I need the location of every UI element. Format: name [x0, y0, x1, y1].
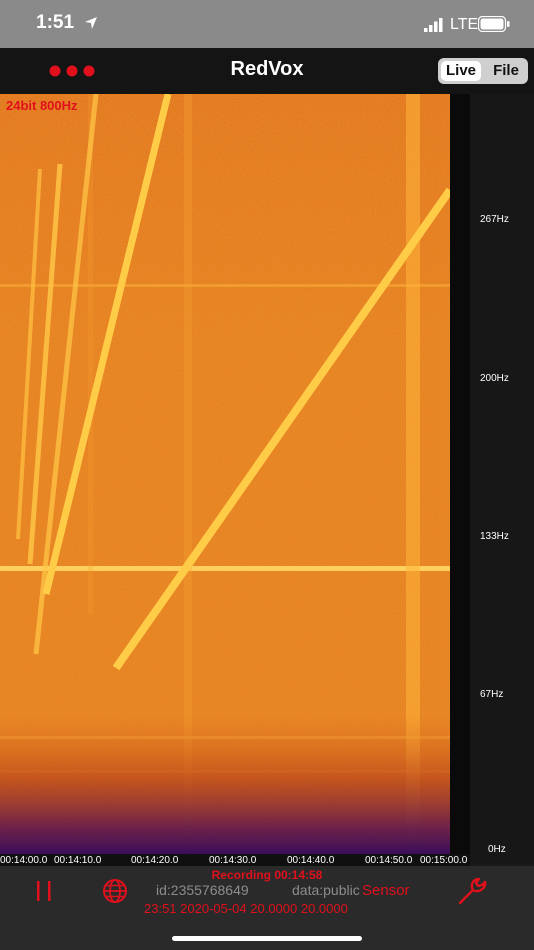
sensor-button[interactable]: Sensor: [362, 882, 410, 899]
y-tick-67hz: 67Hz: [480, 689, 504, 700]
recording-status: Recording 00:14:58: [211, 868, 323, 882]
spectrogram-format-label: 24bit 800Hz: [6, 98, 78, 113]
frequency-axis-panel: [470, 94, 534, 864]
y-tick-133hz: 133Hz: [480, 531, 509, 542]
x-tick: 00:14:20.0: [131, 855, 179, 866]
spectrogram: [0, 94, 450, 854]
spectrogram-image: [0, 94, 450, 854]
x-tick: 00:14:10.0: [54, 855, 102, 866]
battery-icon: [478, 16, 510, 32]
timestamp-coordinates: 23:51 2020-05-04 20.0000 20.0000: [144, 901, 348, 916]
location-arrow-icon: [85, 17, 97, 29]
y-tick-0hz: 0Hz: [488, 844, 506, 855]
signal-bars-icon: [424, 18, 443, 32]
x-tick: 00:14:30.0: [209, 855, 257, 866]
mode-segmented-control[interactable]: Live File: [438, 58, 528, 84]
carrier-label: LTE: [450, 16, 479, 33]
status-time: 1:51: [36, 12, 75, 33]
globe-icon[interactable]: [102, 878, 128, 904]
x-tick: 00:14:50.0: [365, 855, 413, 866]
y-tick-267hz: 267Hz: [480, 214, 509, 225]
x-tick: 00:14:00.0: [0, 855, 48, 866]
pause-icon[interactable]: [34, 880, 56, 902]
spectrogram-colorbar: [450, 94, 470, 854]
data-mode: data:public: [292, 882, 360, 898]
segment-file[interactable]: File: [486, 61, 526, 81]
home-indicator: [172, 936, 362, 941]
segment-live[interactable]: Live: [441, 61, 481, 81]
y-tick-200hz: 200Hz: [480, 373, 509, 384]
status-bar: 1:51 LTE: [0, 0, 534, 48]
x-tick: 00:14:40.0: [287, 855, 335, 866]
x-tick: 00:15:00.0: [420, 855, 468, 866]
wrench-icon[interactable]: [456, 876, 490, 906]
station-id: id:2355768649: [156, 882, 249, 898]
